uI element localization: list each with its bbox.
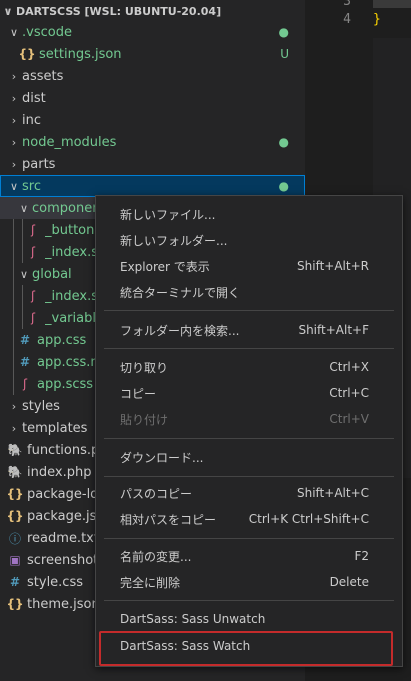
menu-copy[interactable]: コピー Ctrl+C — [96, 380, 402, 406]
json-file-icon: {} — [6, 509, 24, 523]
untracked-badge: U — [280, 47, 289, 61]
chevron-right-icon: › — [11, 421, 17, 435]
menu-copy-path[interactable]: パスのコピー Shift+Alt+C — [96, 480, 402, 506]
image-file-icon: ▣ — [9, 553, 21, 567]
modified-dot-icon: ● — [278, 179, 289, 193]
menu-download[interactable]: ダウンロード... — [96, 444, 402, 470]
tree-folder-node-modules[interactable]: › node_modules ● — [0, 131, 305, 153]
chevron-right-icon: › — [11, 113, 17, 127]
menu-separator — [104, 438, 394, 439]
menu-new-folder[interactable]: 新しいフォルダー... — [96, 227, 402, 253]
tree-folder-inc[interactable]: › inc — [0, 109, 305, 131]
line-number: 4 — [343, 12, 351, 27]
php-file-icon: 🐘 — [7, 465, 23, 479]
chevron-right-icon: › — [11, 91, 17, 105]
css-file-icon: # — [9, 575, 21, 589]
chevron-down-icon: ∨ — [3, 4, 13, 18]
css-file-icon: # — [19, 333, 31, 347]
sass-file-icon: ʃ — [30, 289, 36, 303]
menu-paste: 貼り付け Ctrl+V — [120, 412, 369, 427]
menu-new-file[interactable]: 新しいファイル... — [96, 201, 402, 227]
menu-open-in-terminal[interactable]: 統合ターミナルで開く — [96, 279, 402, 305]
sass-file-icon: ʃ — [30, 311, 36, 325]
chevron-right-icon: › — [11, 399, 17, 413]
menu-rename[interactable]: 名前の変更... F2 — [96, 543, 402, 569]
code-highlight — [373, 0, 411, 8]
chevron-down-icon: ∨ — [9, 179, 19, 193]
sass-file-icon: ʃ — [30, 245, 36, 259]
json-file-icon: {} — [18, 47, 36, 61]
menu-separator — [104, 310, 394, 311]
menu-reveal-in-explorer[interactable]: Explorer で表示 Shift+Alt+R — [96, 253, 402, 279]
chevron-right-icon: › — [11, 135, 17, 149]
menu-copy-relative-path[interactable]: 相対パスをコピー Ctrl+K Ctrl+Shift+C — [96, 506, 402, 532]
menu-cut[interactable]: 切り取り Ctrl+X — [96, 354, 402, 380]
menu-separator — [104, 538, 394, 539]
css-file-icon: # — [19, 355, 31, 369]
modified-dot-icon: ● — [278, 135, 289, 149]
json-file-icon: {} — [6, 597, 24, 611]
chevron-down-icon: ∨ — [19, 201, 29, 215]
menu-sass-unwatch[interactable]: DartSass: Sass Unwatch — [96, 606, 402, 632]
tree-folder-assets[interactable]: › assets — [0, 65, 305, 87]
explorer-header[interactable]: ∨ DARTSCSS [WSL: UBUNTU-20.04] — [0, 0, 305, 22]
workspace-title: DARTSCSS [WSL: UBUNTU-20.04] — [16, 4, 222, 18]
info-file-icon: ⓘ — [8, 531, 21, 546]
tree-folder-src[interactable]: ∨ src ● — [0, 175, 305, 197]
chevron-right-icon: › — [11, 69, 17, 83]
chevron-down-icon: ∨ — [9, 25, 19, 39]
menu-separator — [104, 600, 394, 601]
chevron-right-icon: › — [11, 157, 17, 171]
sass-file-icon: ʃ — [30, 223, 36, 237]
menu-separator — [104, 348, 394, 349]
highlight-box — [99, 631, 393, 666]
tree-folder-vscode[interactable]: ∨ .vscode ● — [0, 21, 305, 43]
json-file-icon: {} — [6, 487, 24, 501]
php-file-icon: 🐘 — [7, 443, 23, 457]
context-menu: 新しいファイル... 新しいフォルダー... Explorer で表示 Shif… — [95, 195, 403, 667]
modified-dot-icon: ● — [278, 25, 289, 39]
code-line[interactable]: } — [373, 12, 381, 27]
menu-delete[interactable]: 完全に削除 Delete — [96, 569, 402, 595]
tree-folder-parts[interactable]: › parts — [0, 153, 305, 175]
chevron-down-icon: ∨ — [19, 267, 29, 281]
menu-separator — [104, 476, 394, 477]
tree-file-settings-json[interactable]: {} settings.json U — [0, 43, 305, 65]
menu-find-in-folder[interactable]: フォルダー内を検索... Shift+Alt+F — [96, 317, 402, 343]
line-number: 3 — [343, 0, 351, 9]
tree-folder-dist[interactable]: › dist — [0, 87, 305, 109]
sass-file-icon: ʃ — [22, 377, 28, 391]
